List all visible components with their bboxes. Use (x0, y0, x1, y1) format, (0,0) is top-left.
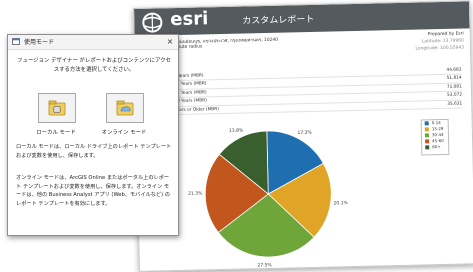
legend-swatch (425, 145, 430, 150)
row-value: 53,072 (446, 92, 463, 99)
legend-label: 30-44 (431, 131, 444, 138)
legend-label: 15-29 (431, 125, 444, 132)
row-value: 51,814 (446, 75, 462, 82)
online-mode-description: オンライン モードは、ArcGIS Online またはポータル上のレポート テ… (16, 175, 170, 207)
report-document: esri カスタムレポート 14 หมายเลขที่ 40 ถนนอ่อนนุ… (133, 0, 473, 272)
pie-data-label: 20.1% (333, 200, 348, 206)
usage-mode-dialog: 使用モード × フュージョン デザイナー がレポートおよびコンテンツにアクセスす… (7, 34, 179, 236)
row-value: 44,683 (446, 67, 462, 73)
legend-label: 60+ (432, 144, 441, 150)
local-mode-description: ローカル モードは、ローカル ドライブ上のレポート テンプレートおよび変数を使用… (16, 144, 172, 159)
legend-swatch (424, 133, 430, 138)
local-mode-label: ローカル モード (36, 130, 76, 136)
report-latitude: Latitude: 13.79960 (421, 38, 464, 45)
esri-globe-icon (142, 12, 163, 33)
chart-legend: 0-14 15-29 30-44 45-60 60+ (420, 118, 450, 156)
app-window-icon (12, 38, 20, 45)
local-mode-button[interactable] (38, 93, 76, 123)
legend-label: 45-60 (432, 137, 444, 144)
report-header: esri カスタムレポート (134, 1, 470, 36)
online-mode-button[interactable] (106, 93, 144, 123)
dialog-intro-text: フュージョン デザイナー がレポートおよびコンテンツにアクセスする方法を選択して… (17, 58, 171, 73)
database-folder-icon (48, 100, 66, 116)
esri-logo-text: esri (170, 8, 209, 31)
report-prepared-by: Prepared by Esri (427, 31, 464, 38)
legend-swatch (425, 139, 430, 144)
legend-label: 0-14 (431, 120, 441, 126)
online-mode-label: オンライン モード (101, 130, 147, 136)
report-longitude: Longitude: 100.55943 (415, 45, 465, 52)
legend-swatch (424, 121, 429, 126)
pie-data-label: 27.5% (257, 262, 272, 268)
legend-swatch (424, 127, 429, 132)
dialog-title: 使用モード (24, 39, 55, 46)
dialog-titlebar: 使用モード × (8, 35, 178, 50)
online-folder-icon (116, 100, 134, 116)
close-icon[interactable]: × (165, 36, 175, 47)
legend-item: 60+ (422, 144, 448, 151)
pie-data-label: 13.8% (229, 128, 244, 134)
report-title: カスタムレポート (242, 14, 315, 27)
pie-data-label: 17.3% (297, 130, 312, 136)
pie-data-label: 21.3% (188, 191, 203, 197)
row-value: 71,081 (446, 84, 462, 90)
